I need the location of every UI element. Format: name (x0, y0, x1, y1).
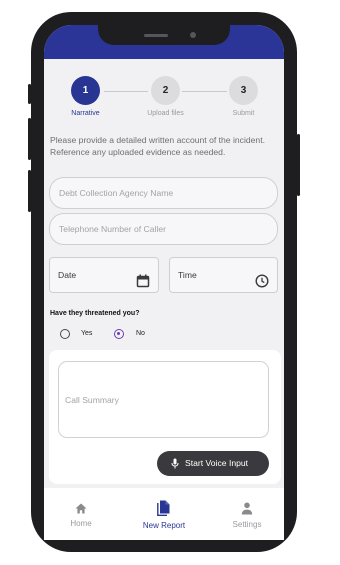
calendar-icon[interactable] (136, 268, 150, 302)
tab-settings-label: Settings (232, 520, 262, 529)
new-report-icon (157, 500, 171, 518)
radio-no-label: No (136, 330, 145, 337)
front-camera (190, 32, 196, 38)
phone-notch (98, 14, 230, 45)
step-number: 1 (71, 76, 100, 105)
call-summary-textarea[interactable]: Call Summary (58, 361, 269, 438)
radio-yes[interactable] (60, 329, 70, 339)
radio-no[interactable] (114, 329, 124, 339)
step-narrative[interactable]: 1 Narrative (71, 76, 100, 117)
tab-home[interactable]: Home (64, 503, 98, 528)
step-label: Submit (232, 110, 255, 117)
step-connector (104, 91, 148, 92)
time-label: Time (178, 270, 197, 280)
caller-phone-input[interactable]: Telephone Number of Caller (49, 213, 278, 245)
home-icon (75, 503, 87, 516)
step-connector (182, 91, 227, 92)
voice-button-label: Start Voice Input (185, 458, 249, 468)
step-number: 3 (229, 76, 258, 105)
step-number: 2 (151, 76, 180, 105)
step-label: Narrative (71, 110, 100, 117)
tab-settings[interactable]: Settings (228, 502, 266, 529)
threat-question: Have they threatened you? (50, 310, 140, 317)
microphone-icon (171, 458, 179, 471)
step-upload-files[interactable]: 2 Upload files (147, 76, 184, 117)
date-label: Date (58, 270, 77, 280)
clock-icon[interactable] (255, 268, 269, 302)
time-field[interactable]: Time (169, 257, 278, 293)
speaker-grille (144, 34, 168, 37)
caller-phone-placeholder: Telephone Number of Caller (59, 224, 167, 234)
instructions-text: Please provide a detailed written accoun… (50, 135, 265, 157)
date-field[interactable]: Date (49, 257, 159, 293)
call-summary-placeholder: Call Summary (65, 395, 119, 405)
agency-name-placeholder: Debt Collection Agency Name (59, 188, 174, 198)
start-voice-input-button[interactable]: Start Voice Input (157, 451, 269, 476)
step-label: Upload files (147, 110, 184, 117)
step-submit[interactable]: 3 Submit (229, 76, 258, 117)
radio-yes-label: Yes (81, 330, 93, 337)
tab-new-report[interactable]: New Report (136, 500, 192, 530)
person-icon (241, 502, 253, 517)
phone-power-button (297, 134, 300, 196)
tab-home-label: Home (70, 519, 92, 528)
agency-name-input[interactable]: Debt Collection Agency Name (49, 177, 278, 209)
tab-new-report-label: New Report (142, 521, 186, 530)
